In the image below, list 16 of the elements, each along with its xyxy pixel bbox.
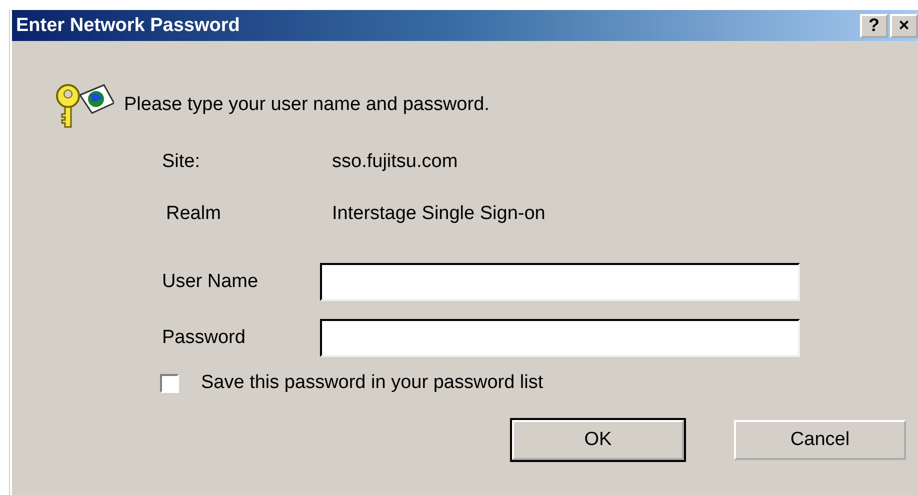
ok-button[interactable]: OK [512, 420, 684, 460]
checkbox[interactable] [160, 374, 179, 392]
input-field[interactable] [320, 319, 800, 357]
checkbox-label: Save this password in your password list [201, 372, 544, 394]
help-button[interactable]: ? [860, 14, 888, 38]
info-value: sso.fujitsu.com [332, 151, 459, 173]
info-label: Site: [162, 151, 202, 173]
window-title: Enter Network Password [16, 14, 241, 36]
cancel-button[interactable]: Cancel [734, 420, 906, 460]
field-label: Password [162, 327, 246, 349]
input-field[interactable] [320, 263, 800, 301]
info-label: Realm [165, 203, 222, 225]
prompt-text: Please type your user name and password. [124, 94, 490, 116]
close-button[interactable]: × [890, 14, 918, 38]
info-value: Interstage Single Sign-on [332, 203, 546, 225]
field-label: User Name [162, 271, 260, 293]
